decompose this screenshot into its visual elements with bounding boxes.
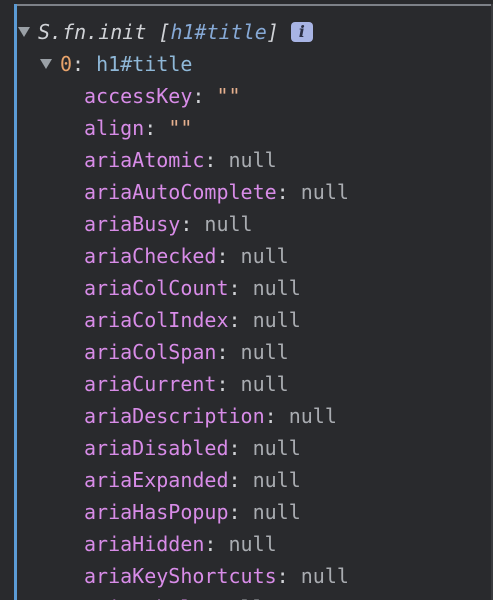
property-value: null [300, 564, 349, 588]
element-separator: : [72, 52, 97, 76]
property-colon: : [276, 564, 301, 588]
property-row[interactable]: ariaAutoComplete: null [84, 176, 349, 208]
property-colon: : [204, 532, 229, 556]
property-colon: : [144, 116, 169, 140]
property-value: null [252, 500, 301, 524]
property-key: ariaAutoComplete [84, 180, 277, 204]
property-row[interactable]: ariaHasPopup: null [84, 496, 301, 528]
property-row[interactable]: accessKey: "" [84, 80, 241, 112]
property-row[interactable]: ariaExpanded: null [84, 464, 301, 496]
property-value: null [240, 372, 289, 396]
property-value: null [228, 148, 277, 172]
property-key: ariaDescription [84, 404, 265, 428]
property-row[interactable]: align: "" [84, 112, 192, 144]
property-colon: : [228, 436, 253, 460]
property-colon: : [216, 372, 241, 396]
property-colon: : [228, 308, 253, 332]
property-value: null [228, 532, 277, 556]
root-object-label: S.fn.init [h1#title] [38, 20, 279, 44]
property-key: ariaColIndex [84, 308, 229, 332]
property-colon: : [216, 340, 241, 364]
property-key: ariaColSpan [84, 340, 217, 364]
property-colon: : [216, 244, 241, 268]
property-key: align [84, 116, 145, 140]
element-index: 0 [60, 52, 73, 76]
property-value: null [252, 308, 301, 332]
property-key: ariaCurrent [84, 372, 217, 396]
property-row[interactable]: ariaChecked: null [84, 240, 289, 272]
property-row[interactable]: ariaDisabled: null [84, 432, 301, 464]
tree-root-row[interactable]: S.fn.init [h1#title] i [18, 16, 313, 48]
property-colon: : [192, 592, 216, 600]
property-value: null [216, 592, 264, 600]
property-value: null [252, 436, 301, 460]
expand-triangle-icon[interactable] [18, 27, 30, 37]
property-key: ariaAtomic [84, 148, 205, 172]
element-label: h1#title [96, 52, 193, 76]
property-colon: : [228, 276, 253, 300]
panel-top-border [14, 4, 493, 6]
property-value: "" [216, 84, 241, 108]
info-icon[interactable]: i [290, 22, 313, 42]
property-colon: : [204, 148, 229, 172]
property-row[interactable]: ariaCurrent: null [84, 368, 289, 400]
property-key: ariaChecked [84, 244, 217, 268]
tree-element-row[interactable]: 0: h1#title [40, 48, 192, 80]
property-colon: : [264, 404, 289, 428]
property-key: ariaColCount [84, 276, 229, 300]
property-colon: : [228, 468, 253, 492]
property-value: null [204, 212, 253, 236]
property-key: ariaExpanded [84, 468, 229, 492]
property-colon: : [192, 84, 217, 108]
property-row[interactable]: ariaLabel: null [84, 592, 265, 600]
property-value: null [252, 468, 301, 492]
property-value: null [240, 244, 289, 268]
expand-triangle-icon[interactable] [40, 59, 52, 69]
property-key: ariaDisabled [84, 436, 229, 460]
property-colon: : [276, 180, 301, 204]
property-value: null [252, 276, 301, 300]
property-colon: : [180, 212, 205, 236]
property-value: null [300, 180, 349, 204]
property-key: ariaLabel [84, 592, 192, 600]
property-row[interactable]: ariaColIndex: null [84, 304, 301, 336]
property-row[interactable]: ariaColCount: null [84, 272, 301, 304]
property-row[interactable]: ariaAtomic: null [84, 144, 277, 176]
property-value: "" [168, 116, 193, 140]
property-key: ariaHasPopup [84, 500, 229, 524]
property-colon: : [228, 500, 253, 524]
property-key: ariaKeyShortcuts [84, 564, 277, 588]
property-key: accessKey [84, 84, 193, 108]
property-row[interactable]: ariaBusy: null [84, 208, 253, 240]
property-row[interactable]: ariaDescription: null [84, 400, 337, 432]
selected-object-border [14, 4, 17, 600]
property-row[interactable]: ariaHidden: null [84, 528, 277, 560]
root-selector: h1#title [170, 20, 267, 44]
property-key: ariaHidden [84, 532, 205, 556]
property-row[interactable]: ariaColSpan: null [84, 336, 289, 368]
property-value: null [288, 404, 337, 428]
property-row[interactable]: ariaKeyShortcuts: null [84, 560, 349, 592]
property-key: ariaBusy [84, 212, 181, 236]
property-value: null [240, 340, 289, 364]
